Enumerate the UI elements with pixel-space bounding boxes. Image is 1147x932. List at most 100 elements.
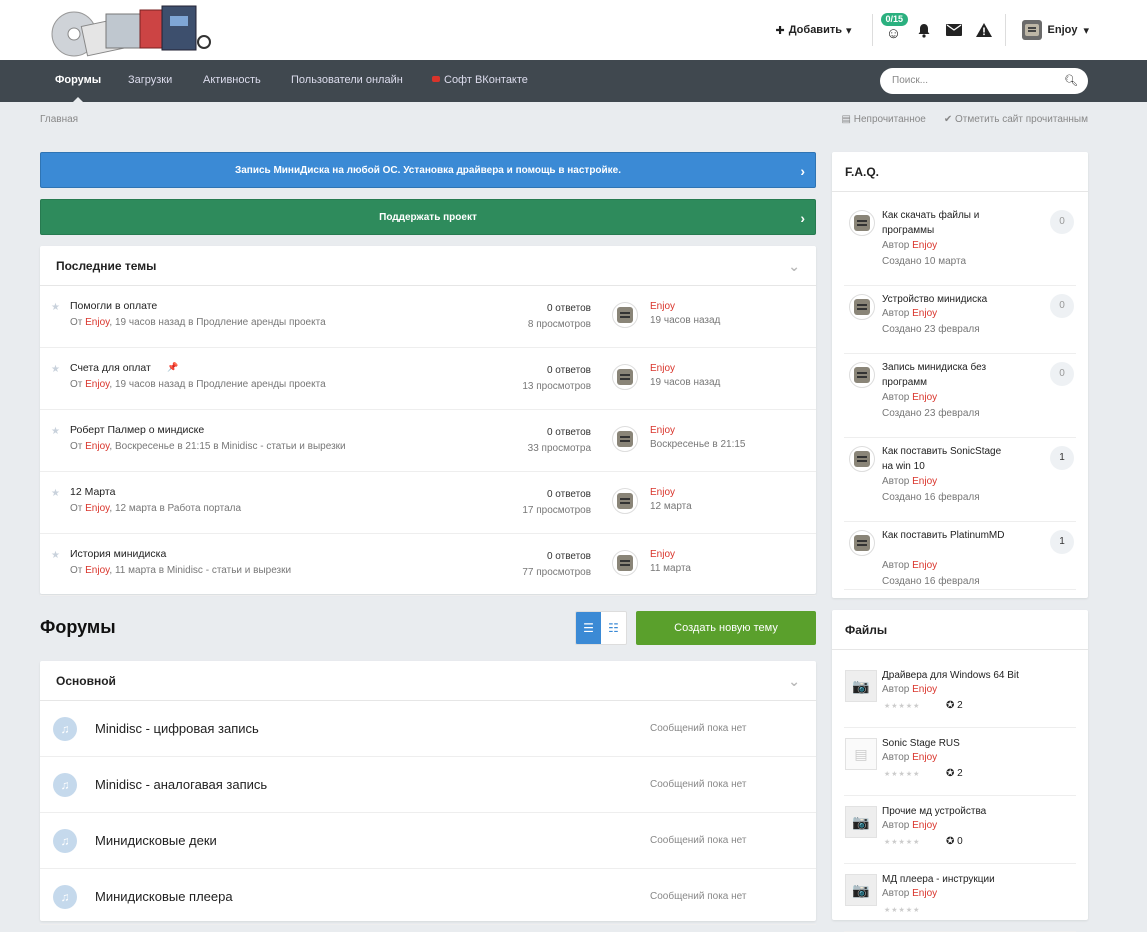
minidisc-os-banner[interactable]: Запись МиниДиска на любой ОС. Установка … — [40, 152, 816, 188]
last-poster-avatar[interactable] — [612, 426, 638, 452]
topic-row[interactable]: ★ Роберт Палмер о миндиске От Enjoy, Воскр… — [40, 410, 816, 472]
faq-author[interactable]: Enjoy — [912, 308, 937, 319]
faq-item[interactable]: Как скачать файлы и программы Автор Enjoy… — [844, 202, 1076, 286]
last-poster-name[interactable]: Enjoy — [650, 549, 675, 560]
last-post-time: 11 марта — [650, 563, 691, 574]
forum-name[interactable]: Minidisc - аналогавая запись — [95, 777, 267, 792]
topic-author[interactable]: Enjoy — [85, 503, 109, 514]
faq-author[interactable]: Enjoy — [912, 476, 937, 487]
table-view-button[interactable]: ☰ — [576, 612, 601, 644]
last-poster-name[interactable]: Enjoy — [650, 301, 675, 312]
topic-meta: От Enjoy, 11 марта в Minidisc - статьи и… — [70, 565, 291, 576]
file-author[interactable]: Enjoy — [912, 752, 937, 763]
last-poster-avatar[interactable] — [612, 302, 638, 328]
faq-author[interactable]: Enjoy — [912, 560, 937, 571]
user-menu[interactable]: Enjoy ▾ — [1021, 20, 1089, 40]
topic-author[interactable]: Enjoy — [85, 565, 109, 576]
faq-author[interactable]: Enjoy — [912, 240, 937, 251]
breadcrumb[interactable]: Главная — [40, 114, 78, 125]
topic-views: 17 просмотров — [522, 505, 591, 516]
search-input[interactable]: Поиск... 🔍︎ — [880, 68, 1088, 94]
file-item[interactable]: 📷 Прочие мд устройства Автор Enjoy ★★★★★ ✪ 0 — [844, 796, 1076, 864]
mark-read-link[interactable]: ✔ Отметить сайт прочитанным — [944, 114, 1088, 125]
last-poster-name[interactable]: Enjoy — [650, 425, 675, 436]
reputation-button[interactable]: 0/15 ☺ — [879, 13, 909, 45]
author-avatar[interactable] — [849, 210, 875, 236]
faq-item[interactable]: Как поставить SonicStage на win 10 Автор … — [844, 438, 1076, 522]
nav-downloads[interactable]: Загрузки — [128, 60, 172, 102]
file-title[interactable]: Прочие мд устройства — [882, 804, 1062, 819]
topic-title[interactable]: История минидиска — [70, 548, 166, 560]
author-avatar[interactable] — [849, 530, 875, 556]
collapse-icon[interactable]: ⌄ — [788, 661, 800, 701]
nav-activity[interactable]: Активность — [203, 60, 261, 102]
collapse-icon[interactable]: ⌄ — [788, 246, 800, 286]
topic-row[interactable]: ★ Счета для оплат 📌 От Enjoy, 19 часов наза… — [40, 348, 816, 410]
author-avatar[interactable] — [849, 362, 875, 388]
faq-title[interactable]: Как поставить SonicStage на win 10 — [882, 444, 1012, 474]
faq-item[interactable]: Как поставить PlatinumMD Автор Enjoy Созда… — [844, 522, 1076, 590]
nav-forums[interactable]: Форумы — [55, 60, 101, 102]
forum-name[interactable]: Минидисковые деки — [95, 833, 217, 848]
last-poster-avatar[interactable] — [612, 364, 638, 390]
file-author[interactable]: Enjoy — [912, 888, 937, 899]
topic-meta-prefix: От — [70, 317, 83, 328]
author-avatar[interactable] — [849, 446, 875, 472]
topic-row[interactable]: ★ 12 Марта От Enjoy, 12 марта в Работа пор… — [40, 472, 816, 534]
last-poster-name[interactable]: Enjoy — [650, 363, 675, 374]
faq-author[interactable]: Enjoy — [912, 392, 937, 403]
forum-row[interactable]: ♫ Minidisc - цифровая запись Сообщений пок… — [40, 701, 816, 757]
topic-row[interactable]: ★ История минидиска От Enjoy, 11 марта в M… — [40, 534, 816, 596]
grid-view-button[interactable]: ☷ — [601, 612, 626, 644]
file-item[interactable]: ▤ Sonic Stage RUS Автор Enjoy ★★★★★ ✪ 2 — [844, 728, 1076, 796]
forum-row[interactable]: ♫ Минидисковые деки Сообщений пока нет — [40, 813, 816, 869]
faq-title[interactable]: Устройство минидиска — [882, 292, 1012, 307]
file-title[interactable]: Sonic Stage RUS — [882, 736, 1062, 751]
search-icon[interactable]: 🔍︎ — [1064, 68, 1078, 94]
breadcrumb-home[interactable]: Главная — [40, 114, 78, 125]
file-item[interactable]: 📷 МД плеера - инструкции Автор Enjoy ★★★★★ — [844, 864, 1076, 932]
last-poster-avatar[interactable] — [612, 550, 638, 576]
support-project-banner[interactable]: Поддержать проект › — [40, 199, 816, 235]
topic-title[interactable]: 12 Марта — [70, 486, 115, 498]
faq-title[interactable]: Как поставить PlatinumMD — [882, 528, 1012, 543]
topic-title[interactable]: Счета для оплат — [70, 362, 151, 374]
topic-meta: От Enjoy, 19 часов назад в Продление аре… — [70, 379, 326, 390]
bell-icon — [918, 23, 930, 38]
forum-name[interactable]: Minidisc - цифровая запись — [95, 721, 259, 736]
topic-title[interactable]: Роберт Палмер о миндиске — [70, 424, 204, 436]
topic-author[interactable]: Enjoy — [85, 441, 109, 452]
site-logo[interactable] — [44, 2, 216, 60]
new-topic-button[interactable]: Создать новую тему — [636, 611, 816, 645]
file-title[interactable]: Драйвера для Windows 64 Bit — [882, 668, 1062, 683]
notifications-button[interactable] — [909, 15, 939, 45]
star-icon[interactable]: ★ — [51, 488, 60, 499]
topic-row[interactable]: ★ Помогли в оплате От Enjoy, 19 часов наза… — [40, 286, 816, 348]
faq-item[interactable]: Устройство минидиска Автор Enjoy Создано 2… — [844, 286, 1076, 354]
file-author[interactable]: Enjoy — [912, 684, 937, 695]
last-poster-avatar[interactable] — [612, 488, 638, 514]
star-icon[interactable]: ★ — [51, 302, 60, 313]
star-icon[interactable]: ★ — [51, 426, 60, 437]
messages-button[interactable] — [939, 15, 969, 45]
faq-title[interactable]: Запись минидиска без программ — [882, 360, 1012, 390]
nav-vk-software[interactable]: Софт ВКонтакте — [432, 60, 528, 102]
forum-row[interactable]: ♫ Minidisc - аналогавая запись Сообщений п… — [40, 757, 816, 813]
file-item[interactable]: 📷 Драйвера для Windows 64 Bit Автор Enjoy ★… — [844, 660, 1076, 728]
author-avatar[interactable] — [849, 294, 875, 320]
last-poster-name[interactable]: Enjoy — [650, 487, 675, 498]
file-author[interactable]: Enjoy — [912, 820, 937, 831]
topic-title[interactable]: Помогли в оплате — [70, 300, 157, 312]
star-icon[interactable]: ★ — [51, 364, 60, 375]
unread-link[interactable]: ▤ Непрочитанное — [842, 114, 926, 125]
forum-row[interactable]: ♫ Минидисковые плеера Сообщений пока нет — [40, 869, 816, 925]
file-title[interactable]: МД плеера - инструкции — [882, 872, 1062, 887]
topic-author[interactable]: Enjoy — [85, 379, 109, 390]
faq-title[interactable]: Как скачать файлы и программы — [882, 208, 1012, 238]
add-button[interactable]: ✚ Добавить ▾ — [775, 24, 851, 37]
topic-author[interactable]: Enjoy — [85, 317, 109, 328]
star-icon[interactable]: ★ — [51, 550, 60, 561]
nav-online-users[interactable]: Пользователи онлайн — [291, 60, 403, 102]
faq-item[interactable]: Запись минидиска без программ Автор Enjoy… — [844, 354, 1076, 438]
reports-button[interactable] — [969, 15, 999, 45]
